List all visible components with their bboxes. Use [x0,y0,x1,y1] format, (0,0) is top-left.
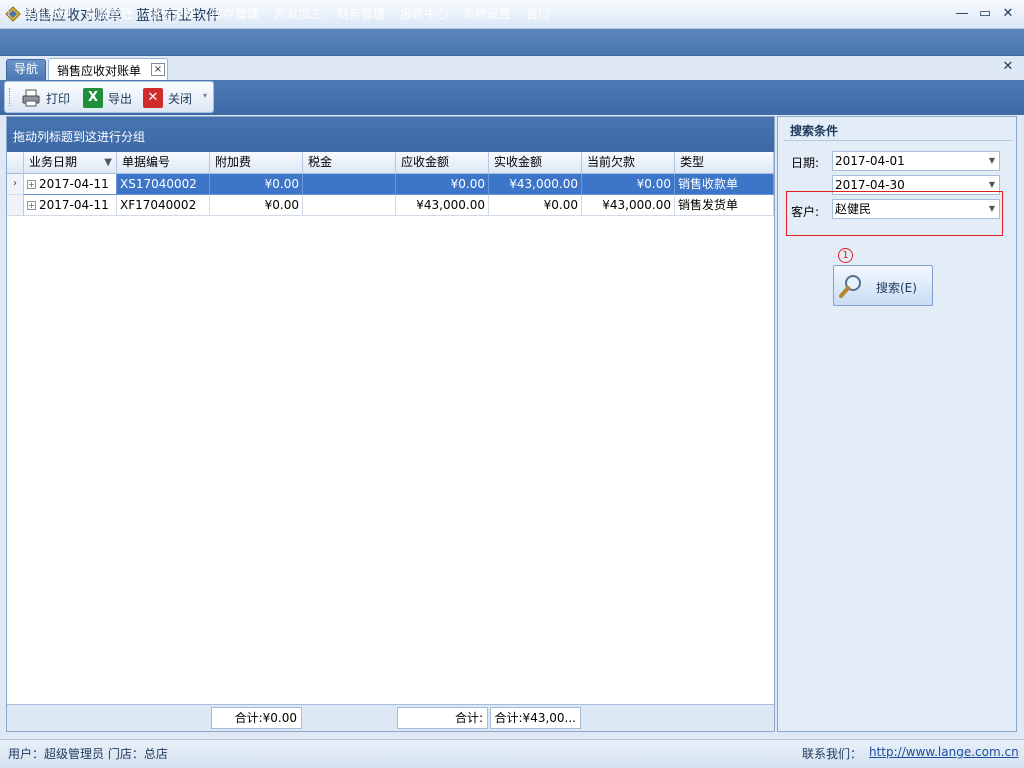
cell-type[interactable]: 销售发货单 [675,195,774,216]
excel-icon: X [83,88,103,108]
menu-item-outsourcing[interactable]: 外发加工 [274,5,322,22]
grid-header: 业务日期 ▼ 单据编号 附加费 税金 应收金额 实收金额 当前欠款 类型 [7,152,774,174]
cell-doc-no[interactable]: XF17040002 [117,195,210,216]
column-header-type[interactable]: 类型 [675,152,774,174]
cell-balance[interactable]: ¥43,000.00 [582,195,675,216]
date-from-picker[interactable]: 2017-04-01 ▼ [832,151,1000,171]
column-header-surcharge[interactable]: 附加费 [210,152,303,174]
menu-item-basic-data[interactable]: 基础资料 [22,5,70,22]
total-surcharge: 合计:¥0.00 [211,707,302,729]
grid-footer: 合计:¥0.00 合计: 合计:¥43,00... [7,704,774,731]
maximize-button[interactable]: ▭ [973,4,997,24]
statement-grid: 拖动列标题到这进行分组 业务日期 ▼ 单据编号 附加费 税金 应收金额 实收金额 … [6,116,775,732]
menu-item-finance[interactable]: 财务管理 [337,5,385,22]
menu-bar [0,29,1024,56]
cell-received[interactable]: ¥43,000.00 [489,174,582,195]
column-header-received[interactable]: 实收金额 [489,152,582,174]
search-panel-title: 搜索条件 [790,124,839,138]
printer-icon [22,89,40,107]
close-document-icon[interactable]: ✕ [1001,60,1015,74]
magnifier-icon [839,275,861,298]
customer-value: 赵健民 [835,202,872,216]
menu-item-reports[interactable]: 报表中心 [400,5,448,22]
cell-received[interactable]: ¥0.00 [489,195,582,216]
cell-tax[interactable] [303,174,396,195]
total-receivable: 合计: [397,707,488,729]
menu-item-window[interactable]: 窗口 [526,5,550,22]
toolbar-overflow-icon[interactable]: ▾ [203,91,207,100]
cell-surcharge[interactable]: ¥0.00 [210,174,303,195]
toolbar-grip [9,88,12,106]
status-contact-label: 联系我们： [802,747,863,761]
menu-item-sales[interactable]: 销售管理 [148,5,196,22]
close-button[interactable]: ✕ 关闭 [143,88,192,108]
dropdown-arrow-icon[interactable]: ▼ [989,200,995,218]
date-from-value: 2017-04-01 [835,154,905,168]
row-indicator-icon: › [7,174,24,195]
menu-item-settings[interactable]: 系统设置 [463,5,511,22]
divider [784,140,1012,141]
header-indicator [7,152,24,174]
date-to-value: 2017-04-30 [835,178,905,192]
menu-grip [8,5,11,22]
search-button[interactable]: 搜索(E) [833,265,933,306]
column-header-receivable[interactable]: 应收金额 [396,152,489,174]
status-user-store: 用户：超级管理员 门店：总店 [8,747,168,761]
menu-item-inventory[interactable]: 库存管理 [211,5,259,22]
search-panel: 搜索条件 日期: 2017-04-01 ▼ 2017-04-30 ▼ 客户: 赵… [777,116,1017,732]
date-label: 日期: [791,156,820,170]
window-close-button[interactable]: ✕ [996,4,1020,24]
tab-label: 销售应收对账单 [57,64,142,78]
search-button-label: 搜索(E) [876,281,917,295]
table-row[interactable]: › +2017-04-11 XS17040002 ¥0.00 ¥0.00 ¥43… [7,174,774,195]
tab-navigation[interactable]: 导航 [6,59,46,80]
minimize-button[interactable]: — [950,4,974,24]
expand-icon[interactable]: + [27,180,36,189]
group-by-panel[interactable]: 拖动列标题到这进行分组 [7,117,774,152]
cell-receivable[interactable]: ¥43,000.00 [396,195,489,216]
column-header-tax[interactable]: 税金 [303,152,396,174]
menu-item-purchase[interactable]: 采购管理 [85,5,133,22]
tab-sales-receivable-statement[interactable]: 销售应收对账单 × [48,58,168,80]
column-header-doc-no[interactable]: 单据编号 [117,152,210,174]
print-label: 打印 [46,91,71,106]
print-button[interactable]: 打印 [21,88,70,108]
close-red-icon: ✕ [143,88,163,108]
table-row[interactable]: +2017-04-11 XF17040002 ¥0.00 ¥43,000.00 … [7,195,774,216]
column-header-balance[interactable]: 当前欠款 [582,152,675,174]
group-hint-text: 拖动列标题到这进行分组 [13,130,146,144]
total-received: 合计:¥43,00... [490,707,581,729]
cell-doc-no[interactable]: XS17040002 [117,174,210,195]
toolbar: 打印 X 导出 ✕ 关闭 ▾ [4,81,214,113]
export-label: 导出 [108,91,133,106]
close-label: 关闭 [168,91,193,106]
step-number-badge: 1 [838,248,853,263]
expand-icon[interactable]: + [27,201,36,210]
cell-tax[interactable] [303,195,396,216]
dropdown-arrow-icon[interactable]: ▼ [989,152,995,170]
export-button[interactable]: X 导出 [83,88,132,108]
customer-label: 客户: [791,205,820,219]
sort-desc-icon: ▼ [104,157,112,168]
cell-date[interactable]: +2017-04-11 [24,174,117,195]
cell-balance[interactable]: ¥0.00 [582,174,675,195]
column-header-date[interactable]: 业务日期 ▼ [24,152,117,174]
customer-select[interactable]: 赵健民 ▼ [832,199,1000,219]
website-link[interactable]: http://www.lange.com.cn [869,745,1019,759]
tab-close-icon[interactable]: × [151,63,165,76]
row-indicator [7,195,24,216]
cell-date[interactable]: +2017-04-11 [24,195,117,216]
cell-surcharge[interactable]: ¥0.00 [210,195,303,216]
cell-receivable[interactable]: ¥0.00 [396,174,489,195]
column-header-label: 业务日期 [29,155,78,169]
cell-type[interactable]: 销售收款单 [675,174,774,195]
status-bar: 用户：超级管理员 门店：总店 联系我们： http://www.lange.co… [0,739,1024,768]
